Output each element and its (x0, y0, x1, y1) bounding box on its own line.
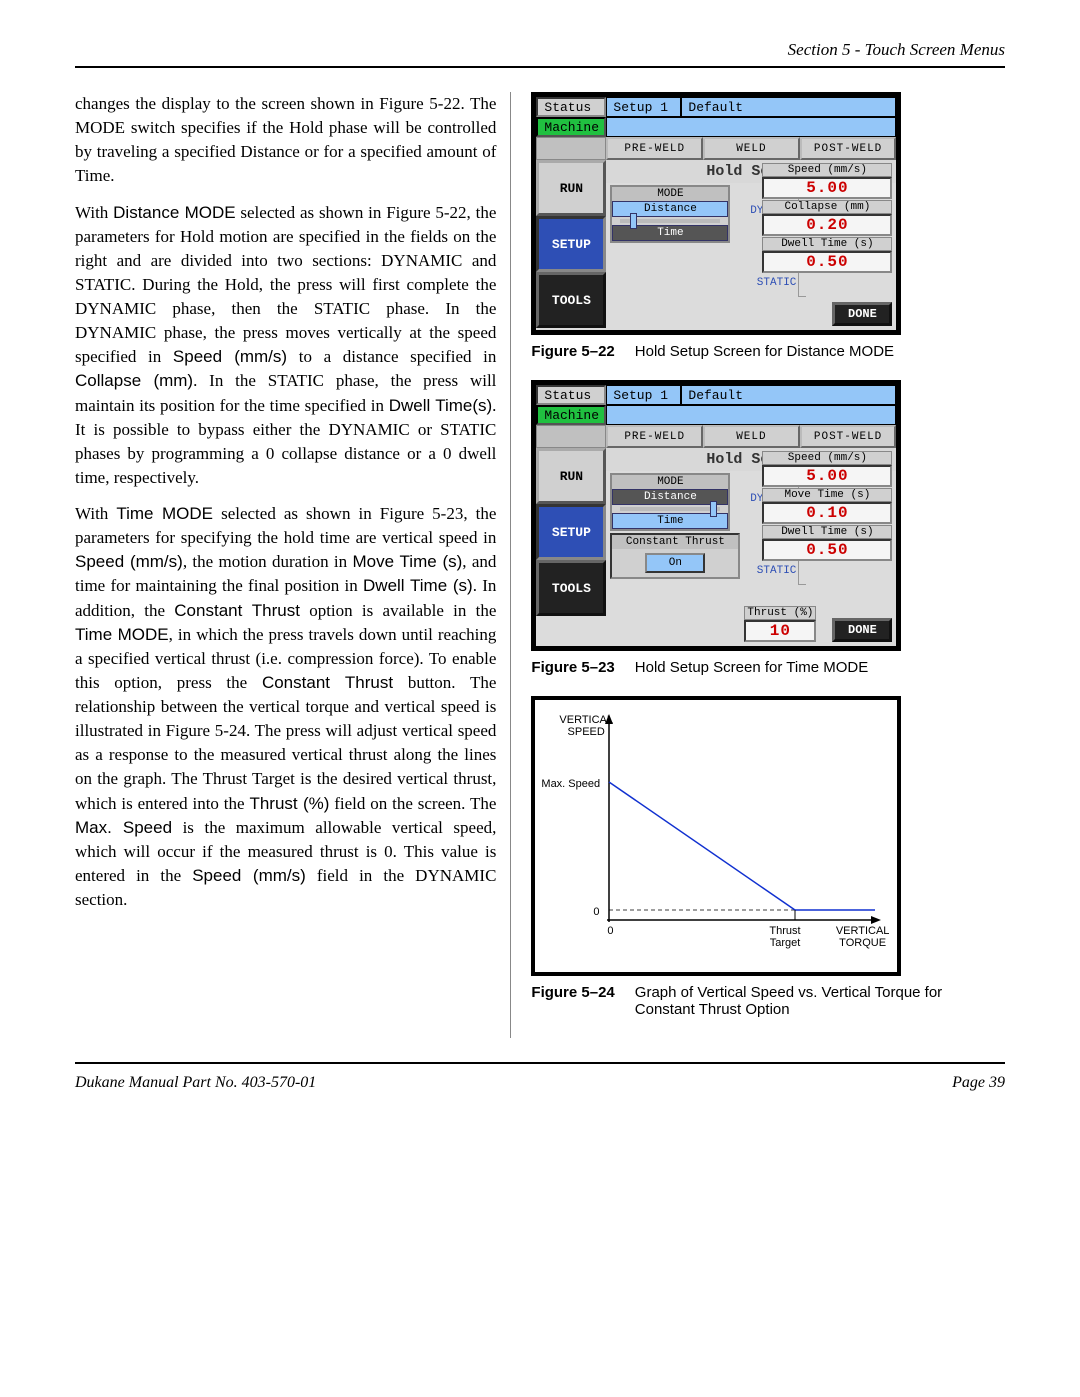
tab-weld[interactable]: WELD (703, 137, 800, 160)
default-label: Default (681, 97, 896, 117)
dwell-value[interactable]: 0.50 (762, 539, 892, 561)
zero-label: 0 (607, 925, 613, 937)
page-header: Section 5 - Touch Screen Menus (75, 40, 1005, 68)
figure-5-22-screen: Status Setup 1 Default Machine RUN SETUP… (531, 92, 901, 335)
move-time-label: Move Time (s) (762, 488, 892, 502)
figure-5-22-caption: Hold Setup Screen for Distance MODE (635, 343, 894, 360)
paragraph-2: With Distance MODE selected as shown in … (75, 201, 496, 491)
mode-slider-thumb[interactable] (630, 213, 637, 229)
footer-left: Dukane Manual Part No. 403-570-01 (75, 1074, 316, 1092)
done-button[interactable]: DONE (832, 618, 892, 642)
mode-slider-thumb[interactable] (710, 501, 717, 517)
thrust-target-label: Target (770, 937, 801, 949)
machine-label: Machine (536, 405, 606, 425)
tab-postweld[interactable]: POST-WELD (800, 425, 897, 448)
y-axis-label: SPEED (568, 726, 605, 738)
mode-switch[interactable]: MODE Distance Time (610, 185, 730, 243)
blank-bar (606, 405, 896, 425)
figure-5-22-number: Figure 5–22 (531, 343, 614, 360)
figure-5-24-number: Figure 5–24 (531, 984, 614, 1018)
collapse-label: Collapse (mm) (762, 200, 892, 214)
status-label: Status (536, 97, 606, 117)
speed-label: Speed (mm/s) (762, 163, 892, 177)
thrust-value[interactable]: 10 (744, 620, 816, 642)
status-label: Status (536, 385, 606, 405)
figure-5-24-graph: VERTICAL SPEED Max. Speed 0 0 Thrust Tar… (531, 696, 901, 976)
tab-postweld[interactable]: POST-WELD (800, 137, 897, 160)
setup-button[interactable]: SETUP (536, 504, 606, 560)
figure-5-23-caption: Hold Setup Screen for Time MODE (635, 659, 868, 676)
tab-preweld[interactable]: PRE-WELD (606, 137, 703, 160)
x-axis-label: TORQUE (839, 937, 886, 949)
run-button[interactable]: RUN (536, 160, 606, 216)
speed-value[interactable]: 5.00 (762, 465, 892, 487)
y-axis-label: VERTICAL (559, 714, 613, 726)
machine-label: Machine (536, 117, 606, 137)
speed-label: Speed (mm/s) (762, 451, 892, 465)
footer-right: Page 39 (952, 1074, 1005, 1092)
run-button[interactable]: RUN (536, 448, 606, 504)
max-speed-label: Max. Speed (541, 778, 600, 790)
dwell-label: Dwell Time (s) (762, 237, 892, 251)
constant-thrust-label: Constant Thrust (612, 535, 738, 549)
setup1-label: Setup 1 (606, 97, 681, 117)
thrust-target-label: Thrust (769, 925, 800, 937)
figure-5-23-number: Figure 5–23 (531, 659, 614, 676)
x-axis-label: VERTICAL (836, 925, 890, 937)
dwell-value[interactable]: 0.50 (762, 251, 892, 273)
static-label: STATIC (736, 277, 796, 289)
done-button[interactable]: DONE (832, 302, 892, 326)
thrust-label: Thrust (%) (744, 606, 816, 620)
tab-preweld[interactable]: PRE-WELD (606, 425, 703, 448)
blank-bar (606, 117, 896, 137)
figure-5-24-caption: Graph of Vertical Speed vs. Vertical Tor… (635, 984, 1005, 1018)
speed-value[interactable]: 5.00 (762, 177, 892, 199)
collapse-value[interactable]: 0.20 (762, 214, 892, 236)
default-label: Default (681, 385, 896, 405)
constant-thrust-on-button[interactable]: On (645, 553, 705, 573)
dwell-label: Dwell Time (s) (762, 525, 892, 539)
setup1-label: Setup 1 (606, 385, 681, 405)
zero-label: 0 (593, 906, 599, 918)
tools-button[interactable]: TOOLS (536, 560, 606, 616)
static-label: STATIC (736, 565, 796, 577)
paragraph-1: changes the display to the screen shown … (75, 92, 496, 189)
move-time-value[interactable]: 0.10 (762, 502, 892, 524)
body-text-column: changes the display to the screen shown … (75, 92, 511, 1038)
paragraph-3: With Time MODE selected as shown in Figu… (75, 502, 496, 912)
figure-5-23-screen: Status Setup 1 Default Machine RUN SETUP… (531, 380, 901, 651)
setup-button[interactable]: SETUP (536, 216, 606, 272)
tab-weld[interactable]: WELD (703, 425, 800, 448)
mode-switch[interactable]: MODE Distance Time (610, 473, 730, 531)
tools-button[interactable]: TOOLS (536, 272, 606, 328)
